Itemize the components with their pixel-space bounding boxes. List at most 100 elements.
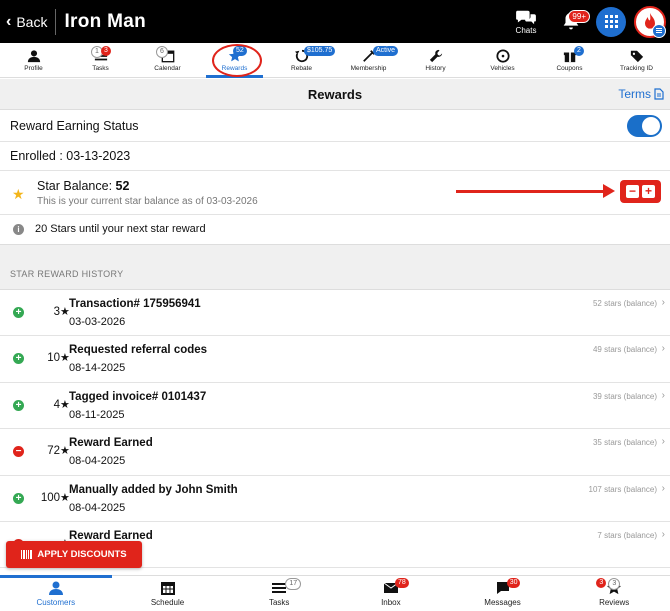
nav-tracking-id[interactable]: Tracking ID — [603, 43, 670, 77]
page-title: Iron Man — [64, 10, 147, 32]
nav-tasks[interactable]: 1 3 Tasks — [67, 43, 134, 77]
earning-status-toggle[interactable] — [627, 115, 662, 137]
tab-label: Customers — [36, 598, 76, 607]
tab-schedule[interactable]: Schedule — [112, 576, 224, 611]
notifications-button[interactable]: 99+ — [556, 7, 590, 37]
rebate-badge: $105.75 — [304, 46, 336, 56]
nav-coupons[interactable]: 2 Coupons — [536, 43, 603, 77]
plus-circle-icon: + — [13, 353, 24, 365]
terms-link[interactable]: Terms — [618, 87, 664, 101]
apply-discounts-label: APPLY DISCOUNTS — [37, 549, 127, 560]
history-item[interactable]: +4 ★ Tagged invoice# 0101437 08-11-2025 39 s… — [0, 382, 670, 430]
tab-label: Tasks — [268, 598, 290, 607]
history-date: 03-03-2026 — [69, 316, 126, 328]
back-button[interactable]: ‹ Back — [0, 13, 47, 31]
tab-label: Schedule — [150, 598, 185, 607]
apply-discounts-button[interactable]: APPLY DISCOUNTS — [6, 541, 142, 568]
plus-button[interactable]: + — [642, 185, 655, 198]
chevron-right-icon: › — [661, 436, 665, 448]
chevron-right-icon: › — [661, 482, 665, 494]
history-title: Reward Earned — [69, 437, 153, 450]
history-balance: 7 stars (balance) — [597, 530, 657, 540]
chats-button[interactable]: Chats — [506, 8, 546, 35]
nav-vehicles[interactable]: Vehicles — [469, 43, 536, 77]
rewards-header: Rewards Terms — [0, 79, 670, 110]
tab-tasks[interactable]: 17 Tasks — [223, 576, 335, 611]
history-amount: 72 — [47, 445, 60, 458]
nav-history[interactable]: History — [402, 43, 469, 77]
star-icon: ★ — [12, 186, 25, 202]
nav-calendar[interactable]: 6 Calendar — [134, 43, 201, 77]
tab-customers[interactable]: Customers — [0, 575, 112, 611]
history-title: Requested referral codes — [69, 344, 208, 357]
history-item[interactable]: −72 ★ Reward Earned 08-04-2025 35 stars (bal… — [0, 429, 670, 476]
nav-profile[interactable]: Profile — [0, 43, 67, 77]
adjust-stars-controls: − + — [620, 180, 661, 203]
top-bar: ‹ Back Iron Man Chats 99+ — [0, 0, 670, 43]
next-reward-text: 20 Stars until your next star reward — [35, 223, 206, 235]
minus-button[interactable]: − — [626, 185, 639, 198]
star-balance-subtitle: This is your current star balance as of … — [37, 196, 258, 207]
star-balance-row: ★ Star Balance: 52 This is your current … — [0, 171, 670, 215]
tab-messages[interactable]: 30 Messages — [447, 576, 559, 611]
chevron-left-icon: ‹ — [6, 12, 12, 30]
history-date: 08-04-2025 — [69, 455, 126, 468]
calendar-badge: 6 — [156, 46, 168, 58]
menu-icon — [652, 23, 666, 38]
nav-label: Rebate — [291, 65, 312, 72]
inbox-tab-badge: 78 — [395, 578, 409, 588]
tab-label: Reviews — [599, 598, 630, 607]
plus-circle-icon: + — [13, 492, 24, 504]
user-avatar[interactable] — [634, 5, 666, 38]
history-title: Transaction# 175956941 — [69, 298, 201, 310]
history-item[interactable]: +100 ★ Manually added by John Smith 08-04-2… — [0, 475, 670, 522]
arrow-head-annotation — [603, 184, 615, 198]
nav-label: Membership — [350, 65, 387, 72]
nav-membership[interactable]: Active Membership — [335, 43, 402, 77]
history-item[interactable]: +3 ★ Transaction# 175956941 03-03-2026 52 st… — [0, 290, 670, 337]
terms-label: Terms — [618, 87, 651, 101]
history-balance: 39 stars (balance) — [592, 391, 657, 401]
history-title: Tagged invoice# 0101437 — [69, 390, 207, 403]
chat-bubbles-icon — [516, 10, 536, 25]
back-label: Back — [16, 13, 48, 30]
history-item[interactable]: +10 ★ Requested referral codes 08-14-2025 49… — [0, 336, 670, 383]
earning-status-row: Reward Earning Status — [0, 110, 670, 142]
history-balance: 49 stars (balance) — [592, 345, 657, 355]
customer-section-nav: Profile 1 3 Tasks 6 Calendar 52 Rewards … — [0, 43, 670, 78]
history-balance: 35 stars (balance) — [592, 438, 657, 448]
enrolled-text: Enrolled : 03-13-2023 — [10, 149, 131, 163]
nav-label: Tracking ID — [620, 65, 653, 72]
history-date: 08-11-2025 — [69, 408, 125, 421]
nav-label: Vehicles — [490, 65, 515, 72]
history-header-label: STAR REWARD HISTORY — [10, 269, 124, 279]
chevron-right-icon: › — [661, 528, 665, 540]
apps-grid-button[interactable] — [596, 6, 626, 37]
chevron-right-icon: › — [661, 297, 665, 308]
notification-badge: 99+ — [568, 9, 590, 23]
plus-circle-icon: + — [13, 399, 24, 411]
minus-circle-icon: − — [13, 446, 24, 458]
next-reward-row: i 20 Stars until your next star reward — [0, 215, 670, 245]
nav-label: Calendar — [154, 65, 181, 72]
wrench-icon — [429, 49, 442, 63]
nav-label: History — [425, 65, 446, 72]
star-balance-value: 52 — [115, 179, 130, 193]
tab-label: Inbox — [381, 598, 401, 607]
history-list: +3 ★ Transaction# 175956941 03-03-2026 52 st… — [0, 290, 670, 569]
arrow-annotation — [456, 190, 606, 193]
plus-circle-icon: + — [13, 307, 24, 318]
enrolled-row: Enrolled : 03-13-2023 — [0, 142, 670, 171]
nav-rebate[interactable]: $105.75 Rebate — [268, 43, 336, 77]
history-balance: 52 stars (balance) — [592, 299, 657, 308]
history-date: 08-14-2025 — [69, 362, 126, 375]
document-icon — [654, 88, 664, 100]
nav-rewards[interactable]: 52 Rewards — [201, 43, 268, 78]
earning-status-label: Reward Earning Status — [10, 118, 139, 133]
membership-badge: Active — [373, 46, 399, 56]
calendar-icon — [160, 582, 175, 595]
tab-inbox[interactable]: 78 Inbox — [335, 576, 447, 611]
app-root: ‹ Back Iron Man Chats 99+ Profile 1 3 Ta… — [0, 0, 670, 611]
tab-reviews[interactable]: 3 3 Reviews — [558, 576, 670, 611]
nav-label: Tasks — [92, 65, 109, 72]
